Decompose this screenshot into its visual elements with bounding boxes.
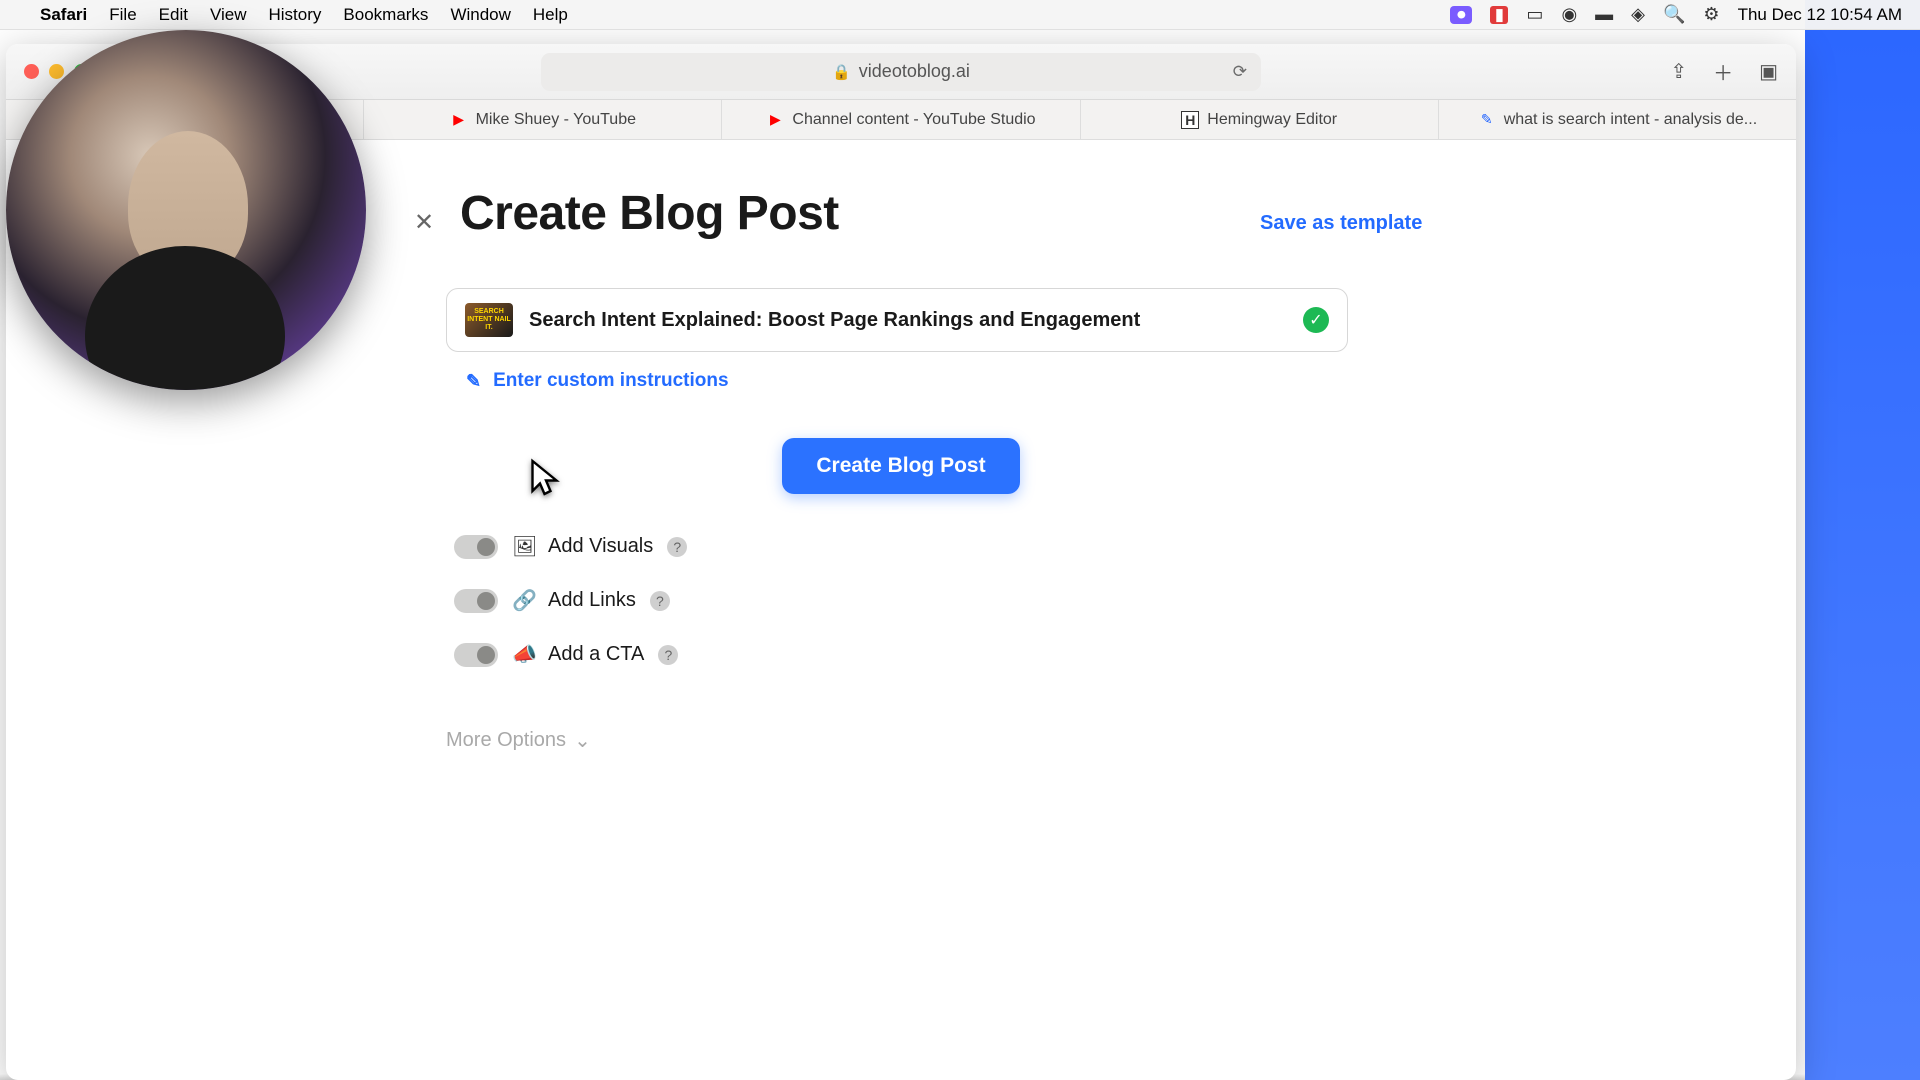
video-title: Search Intent Explained: Boost Page Rank… bbox=[529, 309, 1140, 332]
custom-instructions-label: Enter custom instructions bbox=[493, 370, 728, 392]
favicon-youtube-icon: ▶ bbox=[766, 111, 784, 129]
tab-label: Hemingway Editor bbox=[1207, 111, 1337, 129]
custom-instructions-link[interactable]: ✎ Enter custom instructions bbox=[466, 370, 729, 392]
toggle-add-visuals[interactable] bbox=[454, 535, 498, 559]
toggle-add-links[interactable] bbox=[454, 589, 498, 613]
option-label: Add a CTA bbox=[548, 643, 644, 666]
tab-label: what is search intent - analysis de... bbox=[1504, 111, 1757, 129]
status-battery-icon[interactable]: ▬ bbox=[1595, 4, 1613, 25]
window-minimize-icon[interactable] bbox=[49, 64, 64, 79]
option-add-cta: 📣 Add a CTA ? bbox=[454, 642, 678, 667]
tab-label: Channel content - YouTube Studio bbox=[792, 111, 1035, 129]
chevron-down-icon: ⌄ bbox=[574, 728, 591, 753]
status-screen-mirror-icon[interactable]: ◉ bbox=[1561, 4, 1577, 25]
favicon-youtube-icon: ▶ bbox=[450, 111, 468, 129]
favicon-h-icon: H bbox=[1181, 111, 1199, 129]
status-control-center-icon[interactable]: ⚙ bbox=[1703, 4, 1719, 25]
menu-window[interactable]: Window bbox=[450, 5, 510, 25]
option-add-links: 🔗 Add Links ? bbox=[454, 588, 670, 613]
window-close-icon[interactable] bbox=[24, 64, 39, 79]
share-icon[interactable]: ⇪ bbox=[1670, 59, 1687, 84]
thumb-text: SEARCH INTENT NAIL IT. bbox=[465, 308, 513, 331]
help-icon[interactable]: ? bbox=[667, 537, 687, 557]
close-icon[interactable]: ✕ bbox=[414, 208, 434, 237]
tab-label: Mike Shuey - YouTube bbox=[476, 111, 636, 129]
tab-hemingway[interactable]: H Hemingway Editor bbox=[1081, 100, 1439, 139]
address-text: videotoblog.ai bbox=[859, 61, 970, 82]
menubar-clock[interactable]: Thu Dec 12 10:54 AM bbox=[1738, 5, 1902, 25]
video-thumbnail: SEARCH INTENT NAIL IT. bbox=[465, 303, 513, 337]
app-name[interactable]: Safari bbox=[40, 5, 87, 25]
option-add-visuals: 🖼 Add Visuals ? bbox=[454, 534, 687, 559]
pencil-icon: ✎ bbox=[466, 371, 481, 392]
save-template-link[interactable]: Save as template bbox=[1260, 212, 1422, 235]
tab-overview-icon[interactable]: ▣ bbox=[1759, 59, 1778, 84]
desktop-background bbox=[1805, 0, 1920, 1080]
page-title: Create Blog Post bbox=[460, 186, 839, 241]
link-icon: 🔗 bbox=[512, 588, 534, 613]
menu-history[interactable]: History bbox=[269, 5, 322, 25]
new-tab-icon[interactable]: ＋ bbox=[1713, 57, 1733, 86]
toggle-add-cta[interactable] bbox=[454, 643, 498, 667]
more-options-label: More Options bbox=[446, 729, 566, 752]
check-badge-icon: ✓ bbox=[1303, 307, 1329, 333]
more-options-toggle[interactable]: More Options ⌄ bbox=[446, 728, 591, 753]
megaphone-icon: 📣 bbox=[512, 642, 534, 667]
status-facetime-icon[interactable]: ▭ bbox=[1526, 4, 1543, 25]
menu-edit[interactable]: Edit bbox=[159, 5, 188, 25]
reload-icon[interactable]: ⟳ bbox=[1233, 62, 1247, 82]
status-recording-icon[interactable]: ⏺ bbox=[1450, 6, 1472, 24]
help-icon[interactable]: ? bbox=[650, 591, 670, 611]
macos-menubar: Safari File Edit View History Bookmarks … bbox=[0, 0, 1920, 30]
lock-icon: 🔒 bbox=[832, 63, 851, 81]
menu-bookmarks[interactable]: Bookmarks bbox=[343, 5, 428, 25]
menu-file[interactable]: File bbox=[109, 5, 136, 25]
option-label: Add Visuals bbox=[548, 535, 653, 558]
presenter-webcam-overlay bbox=[6, 30, 366, 390]
status-app-icon[interactable]: ▮ bbox=[1490, 6, 1508, 24]
menu-view[interactable]: View bbox=[210, 5, 247, 25]
status-spotlight-icon[interactable]: 🔍 bbox=[1663, 4, 1685, 25]
tab-youtube-channel[interactable]: ▶ Mike Shuey - YouTube bbox=[364, 100, 722, 139]
tab-youtube-studio[interactable]: ▶ Channel content - YouTube Studio bbox=[722, 100, 1080, 139]
status-wifi-icon[interactable]: ◈ bbox=[1631, 4, 1645, 25]
tab-search-intent[interactable]: ✎ what is search intent - analysis de... bbox=[1439, 100, 1796, 139]
favicon-feather-icon: ✎ bbox=[1478, 111, 1496, 129]
image-icon: 🖼 bbox=[512, 534, 534, 559]
source-video-card[interactable]: SEARCH INTENT NAIL IT. Search Intent Exp… bbox=[446, 288, 1348, 352]
create-blog-post-button[interactable]: Create Blog Post bbox=[782, 438, 1020, 494]
option-label: Add Links bbox=[548, 589, 636, 612]
address-bar[interactable]: 🔒 videotoblog.ai ⟳ bbox=[541, 53, 1261, 91]
help-icon[interactable]: ? bbox=[658, 645, 678, 665]
menu-help[interactable]: Help bbox=[533, 5, 568, 25]
